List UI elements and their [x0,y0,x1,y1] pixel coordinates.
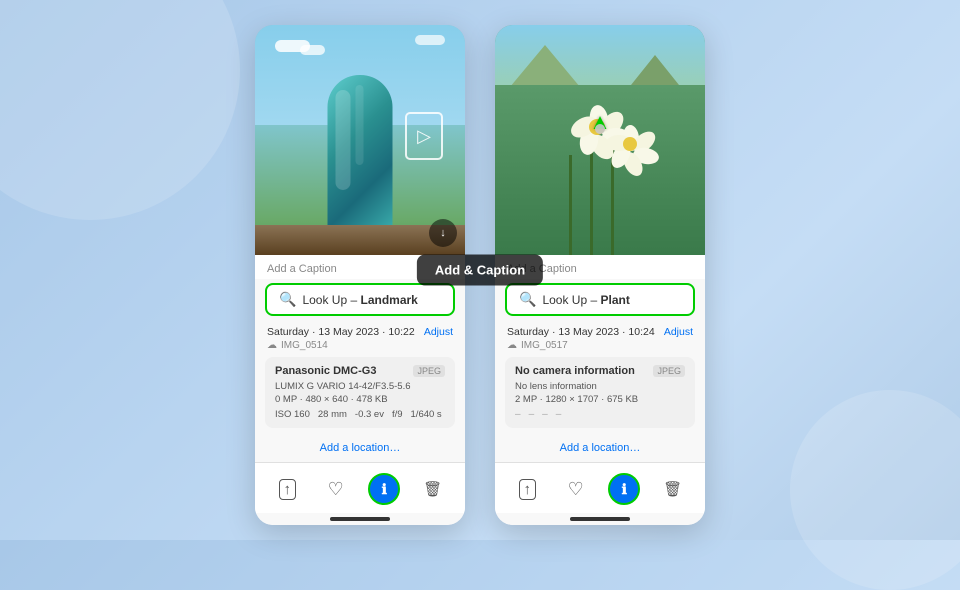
info-button-right[interactable]: ℹ [608,473,640,505]
adjust-link-left[interactable]: Adjust [424,326,453,338]
home-bar-left [330,517,390,521]
toolbar-left: ↑ ♡ ℹ 🗑 [255,462,465,513]
mp-right: 2 MP · 1280 × 1707 · 675 KB [515,394,685,405]
home-bar-right [570,517,630,521]
toolbar-right: ↑ ♡ ℹ 🗑 [495,462,705,513]
download-badge-left[interactable]: ↓ [429,219,457,247]
location-btn-right[interactable]: Add a location… [495,434,705,462]
share-button-left[interactable]: ↑ [271,473,303,505]
camera-card-right: No camera information JPEG No lens infor… [505,357,695,428]
date-row-right: Saturday · 13 May 2023 · 10:24 Adjust [495,320,705,340]
info-icon-right: ℹ [622,481,627,498]
trash-button-right[interactable]: 🗑 [657,473,689,505]
dot-indicator-right [595,124,605,134]
share-icon-right: ↑ [519,479,537,500]
share-icon-left: ↑ [279,479,297,500]
filename-left: IMG_0514 [281,340,328,351]
lens-right: No lens information [515,381,685,392]
info-icon-left: ℹ [382,481,387,498]
exif-row-left: ISO 160 28 mm -0.3 ev f/9 1/640 s [275,409,445,420]
lookup-icon-left: 🔍 [279,291,296,308]
heart-button-left[interactable]: ♡ [320,473,352,505]
adjust-link-right[interactable]: Adjust [664,326,693,338]
date-left: Saturday · 13 May 2023 · 10:22 [267,326,415,338]
caption-placeholder-left: Add a Caption [267,263,337,275]
location-btn-left[interactable]: Add a location… [255,434,465,462]
filename-row-left: ☁ IMG_0514 [255,340,465,357]
camera-name-right: No camera information [515,365,635,377]
photo-flower: ▲ [495,25,705,255]
photo-landmark: ▷ ↓ [255,25,465,255]
lookup-row-left[interactable]: 🔍 Look Up – Landmark [265,283,455,316]
camera-name-left: Panasonic DMC-G3 [275,365,376,377]
lookup-icon-right: 🔍 [519,291,536,308]
lookup-row-right[interactable]: 🔍 Look Up – Plant [505,283,695,316]
info-panel-right: Add a Caption 🔍 Look Up – Plant Saturday… [495,255,705,525]
add-caption-label: Add & Caption [417,255,543,286]
trash-button-left[interactable]: 🗑 [417,473,449,505]
cloud-icon-left: ☁ [267,340,277,351]
camera-card-left: Panasonic DMC-G3 JPEG LUMIX G VARIO 14-4… [265,357,455,428]
date-right: Saturday · 13 May 2023 · 10:24 [507,326,655,338]
heart-icon-left: ♡ [328,479,344,500]
lens-left: LUMIX G VARIO 14-42/F3.5-5.6 [275,381,445,392]
format-badge-left: JPEG [413,365,445,377]
filename-right: IMG_0517 [521,340,568,351]
cloud-icon-right: ☁ [507,340,517,351]
info-panel-left: Add a Caption 🔍 Look Up – Landmark Satur… [255,255,465,525]
date-row-left: Saturday · 13 May 2023 · 10:22 Adjust [255,320,465,340]
exif-row-right: – – – – [515,409,685,420]
trash-icon-left: 🗑 [423,480,442,498]
heart-button-right[interactable]: ♡ [560,473,592,505]
filename-row-right: ☁ IMG_0517 [495,340,705,357]
mp-left: 0 MP · 480 × 640 · 478 KB [275,394,445,405]
trash-icon-right: 🗑 [663,480,682,498]
lookup-text-left: Look Up – Landmark [302,293,417,307]
info-button-left[interactable]: ℹ [368,473,400,505]
heart-icon-right: ♡ [568,479,584,500]
share-button-right[interactable]: ↑ [511,473,543,505]
lookup-text-right: Look Up – Plant [542,293,629,307]
format-badge-right: JPEG [653,365,685,377]
